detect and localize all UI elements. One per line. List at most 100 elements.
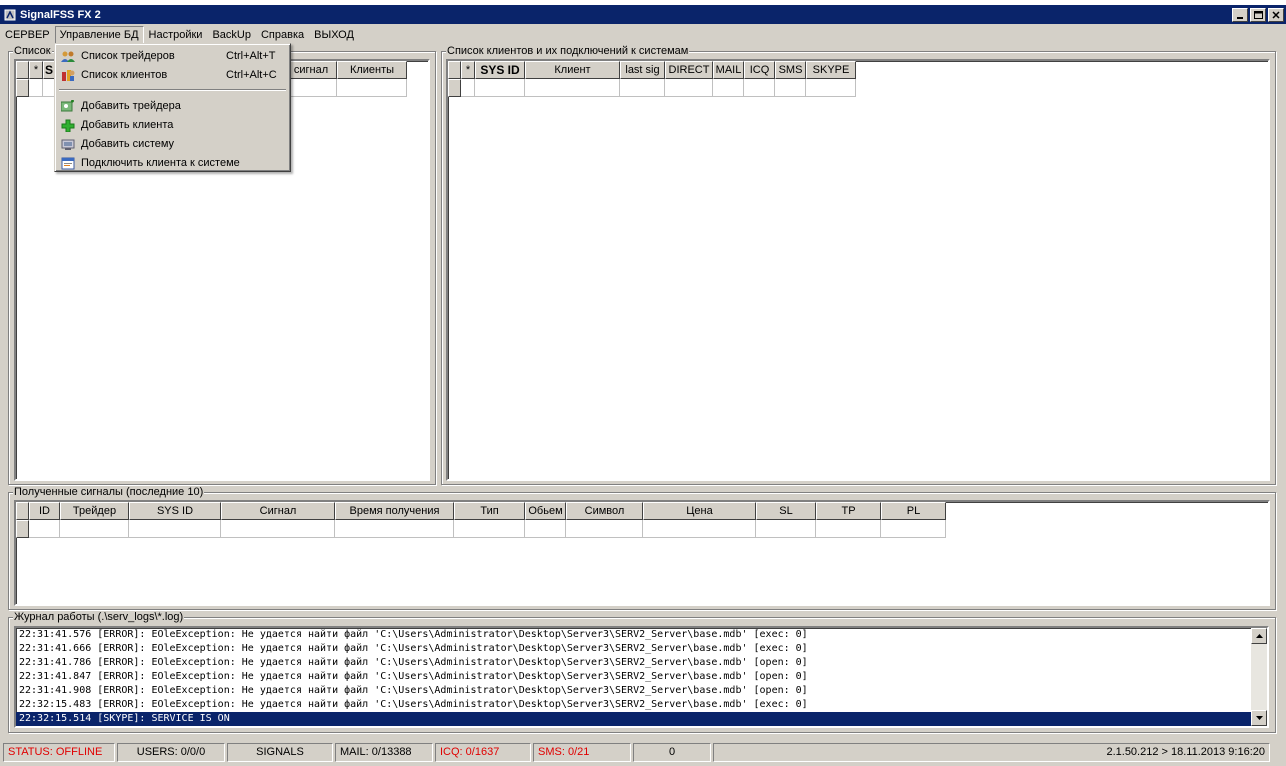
menu-item-label: Добавить трейдера — [81, 100, 181, 112]
left-col-signal[interactable]: сигнал — [285, 61, 337, 79]
table-cell[interactable] — [29, 79, 43, 97]
left-col-clients[interactable]: Клиенты — [337, 61, 407, 79]
menu-item-add-system[interactable]: Добавить систему — [57, 135, 288, 154]
table-cell[interactable] — [475, 79, 525, 97]
signals-col-trader[interactable]: Трейдер — [60, 502, 129, 520]
log-line[interactable]: 22:31:41.576 [ERROR]: EOleException: Не … — [16, 628, 1267, 642]
table-cell[interactable] — [29, 520, 60, 538]
table-cell[interactable] — [806, 79, 856, 97]
left-col-star[interactable]: * — [29, 61, 43, 79]
status-version: 2.1.50.212 > 18.11.2013 9:16:20 — [713, 743, 1270, 762]
table-cell[interactable] — [744, 79, 775, 97]
menu-backup[interactable]: BackUp — [207, 26, 256, 44]
log-line[interactable]: 22:31:41.666 [ERROR]: EOleException: Не … — [16, 642, 1267, 656]
table-cell[interactable] — [713, 79, 744, 97]
status-offline: STATUS: OFFLINE — [3, 743, 115, 762]
signals-col-volume[interactable]: Обьем — [525, 502, 566, 520]
status-mail: MAIL: 0/13388 — [335, 743, 433, 762]
clients-col-star[interactable]: * — [461, 61, 475, 79]
signals-grid[interactable]: ID Трейдер SYS ID Сигнал Время получения… — [14, 500, 1270, 606]
clients-col-direct[interactable]: DIRECT — [665, 61, 713, 79]
table-cell[interactable] — [620, 79, 665, 97]
log-line[interactable]: 22:32:15.483 [ERROR]: EOleException: Не … — [16, 698, 1267, 712]
signals-col-id[interactable]: ID — [29, 502, 60, 520]
clients-col-skype[interactable]: SKYPE — [806, 61, 856, 79]
log-line[interactable]: 22:31:41.847 [ERROR]: EOleException: Не … — [16, 670, 1267, 684]
clients-col-icq[interactable]: ICQ — [744, 61, 775, 79]
menu-exit[interactable]: ВЫХОД — [309, 26, 359, 44]
clients-col-indicator — [448, 61, 461, 79]
scroll-down-button[interactable] — [1251, 710, 1267, 726]
db-management-dropdown: Список трейдеров Ctrl+Alt+T Список клиен… — [54, 43, 291, 172]
menu-item-connect-client[interactable]: Подключить клиента к системе — [57, 154, 288, 173]
minimize-button[interactable] — [1232, 7, 1248, 22]
clients-col-lastsig[interactable]: last sig — [620, 61, 665, 79]
table-cell[interactable] — [461, 79, 475, 97]
table-cell[interactable] — [60, 520, 129, 538]
menu-help[interactable]: Справка — [256, 26, 309, 44]
table-row[interactable] — [448, 79, 1268, 97]
maximize-button[interactable] — [1250, 7, 1266, 22]
status-signals: SIGNALS — [227, 743, 333, 762]
connect-client-icon — [61, 157, 75, 170]
signals-col-received-time[interactable]: Время получения — [335, 502, 454, 520]
menu-item-shortcut: Ctrl+Alt+T — [226, 50, 276, 62]
traders-icon — [61, 51, 75, 62]
signals-col-price[interactable]: Цена — [643, 502, 756, 520]
clients-icon — [62, 70, 75, 81]
table-cell[interactable] — [454, 520, 525, 538]
table-cell[interactable] — [566, 520, 643, 538]
signals-col-sl[interactable]: SL — [756, 502, 816, 520]
menu-item-label: Подключить клиента к системе — [81, 157, 240, 169]
table-cell[interactable] — [221, 520, 335, 538]
clients-grid[interactable]: * SYS ID Клиент last sig DIRECT MAIL ICQ… — [446, 59, 1270, 481]
menu-item-clients-list[interactable]: Список клиентов Ctrl+Alt+C — [57, 66, 288, 85]
menu-item-label: Список клиентов — [81, 69, 168, 81]
add-system-icon — [61, 139, 75, 150]
clients-col-sms[interactable]: SMS — [775, 61, 806, 79]
table-cell[interactable] — [129, 520, 221, 538]
table-cell[interactable] — [665, 79, 713, 97]
menu-server[interactable]: СЕРВЕР — [0, 26, 55, 44]
left-list-legend: Список — [13, 45, 52, 57]
menu-item-label: Добавить клиента — [81, 119, 174, 131]
table-cell[interactable] — [335, 520, 454, 538]
clients-col-client[interactable]: Клиент — [525, 61, 620, 79]
menu-item-traders-list[interactable]: Список трейдеров Ctrl+Alt+T — [57, 47, 288, 66]
menu-item-label: Добавить систему — [81, 138, 175, 150]
window-title: SignalFSS FX 2 — [20, 8, 101, 21]
table-cell[interactable] — [643, 520, 756, 538]
signals-col-tp[interactable]: TP — [816, 502, 881, 520]
table-cell[interactable] — [816, 520, 881, 538]
scroll-up-button[interactable] — [1251, 628, 1267, 644]
log-line-selected[interactable]: 22:32:15.514 [SKYPE]: SERVICE IS ON — [16, 712, 1267, 726]
signals-col-sysid[interactable]: SYS ID — [129, 502, 221, 520]
log-line[interactable]: 22:31:41.786 [ERROR]: EOleException: Не … — [16, 656, 1267, 670]
signals-col-type[interactable]: Тип — [454, 502, 525, 520]
table-cell[interactable] — [337, 79, 407, 97]
table-cell[interactable] — [775, 79, 806, 97]
table-row[interactable] — [16, 520, 1268, 538]
clients-col-sysid[interactable]: SYS ID — [475, 61, 525, 79]
title-bar[interactable]: SignalFSS FX 2 — [0, 5, 1286, 24]
log-line[interactable]: 22:31:41.908 [ERROR]: EOleException: Не … — [16, 684, 1267, 698]
signals-col-symbol[interactable]: Символ — [566, 502, 643, 520]
table-cell[interactable] — [881, 520, 946, 538]
clients-col-mail[interactable]: MAIL — [713, 61, 744, 79]
menu-settings[interactable]: Настройки — [144, 26, 208, 44]
table-cell[interactable] — [285, 79, 337, 97]
signals-col-pl[interactable]: PL — [881, 502, 946, 520]
log-legend: Журнал работы (.\serv_logs\*.log) — [13, 611, 185, 623]
table-cell[interactable] — [525, 520, 566, 538]
menu-item-add-client[interactable]: Добавить клиента — [57, 116, 288, 135]
log-list[interactable]: 22:31:41.576 [ERROR]: EOleException: Не … — [14, 626, 1269, 728]
log-scrollbar[interactable] — [1251, 628, 1267, 726]
table-cell[interactable] — [756, 520, 816, 538]
menu-db-management[interactable]: Управление БД — [54, 25, 144, 44]
arrow-up-icon — [1255, 634, 1263, 638]
menu-item-add-trader[interactable]: Добавить трейдера — [57, 97, 288, 116]
close-button[interactable] — [1268, 7, 1284, 22]
signals-col-signal[interactable]: Сигнал — [221, 502, 335, 520]
table-cell[interactable] — [525, 79, 620, 97]
status-bar: STATUS: OFFLINE USERS: 0/0/0 SIGNALS MAI… — [0, 743, 1286, 764]
